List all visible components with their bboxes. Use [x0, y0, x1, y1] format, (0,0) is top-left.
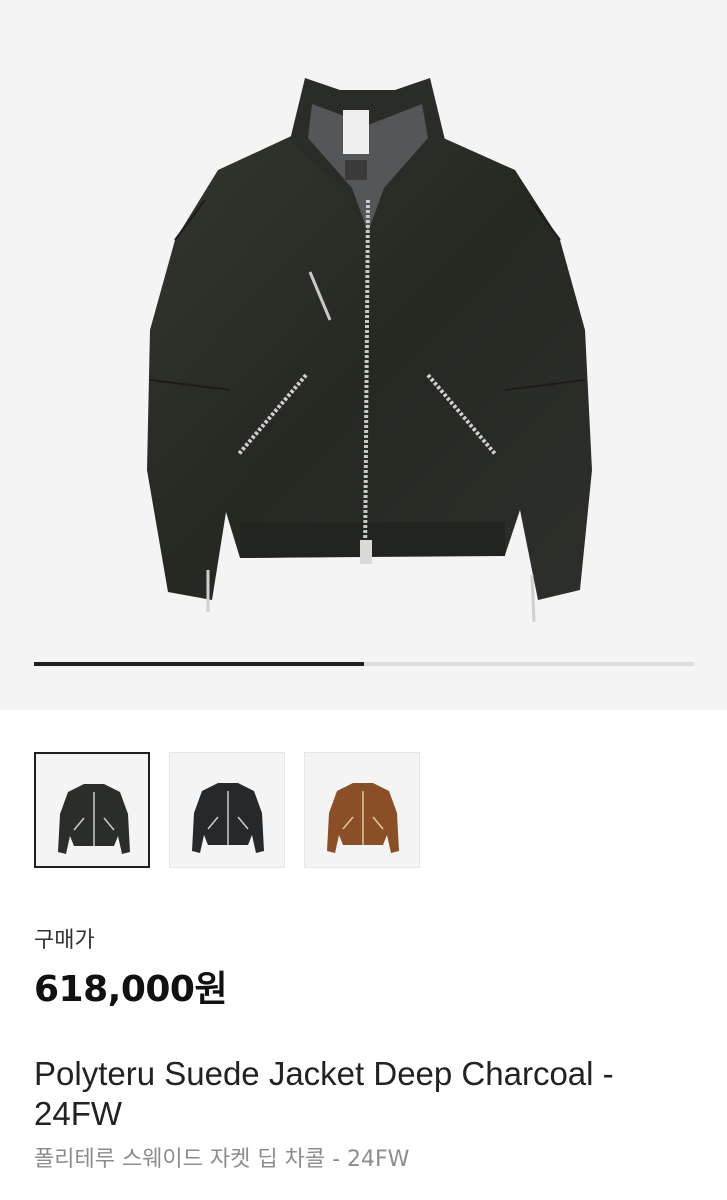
thumbnail-image — [327, 783, 399, 853]
gallery-progress-fill — [34, 662, 364, 666]
thumbnail-brown-suede[interactable] — [304, 752, 420, 868]
product-image-gallery[interactable] — [0, 0, 727, 710]
thumbnail-deep-charcoal-front[interactable] — [34, 752, 150, 868]
product-subtitle: 폴리테루 스웨이드 자켓 딥 차콜 - 24FW — [34, 1147, 410, 1172]
price-label: 구매가 — [34, 928, 95, 953]
gallery-progress-bar — [34, 662, 694, 666]
product-main-image — [147, 78, 592, 623]
product-title: Polyteru Suede Jacket Deep Charcoal - 24… — [34, 1055, 614, 1132]
price-value: 618,000원 — [34, 969, 228, 1010]
thumbnail-image — [58, 784, 130, 854]
thumbnail-deep-charcoal-alt[interactable] — [169, 752, 285, 868]
thumbnail-image — [192, 783, 264, 853]
thumbnail-list — [34, 752, 434, 870]
